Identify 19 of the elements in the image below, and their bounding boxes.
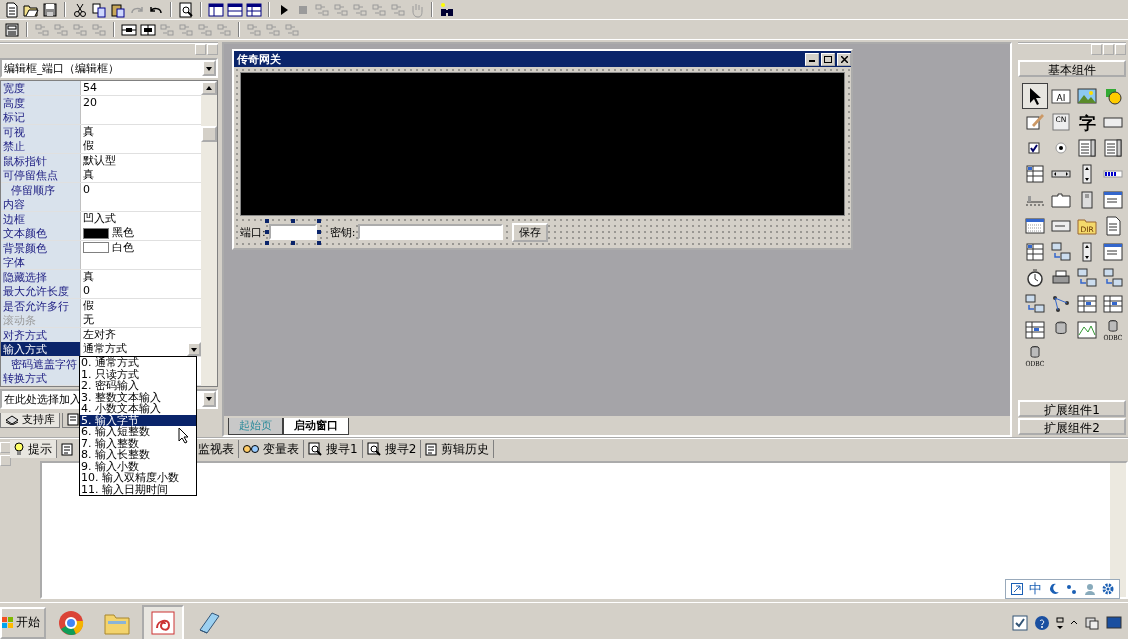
property-value: 通常方式	[83, 342, 127, 356]
property-value: 白色	[112, 240, 134, 255]
property-value: 真	[83, 269, 94, 284]
property-value: 真	[83, 168, 94, 182]
property-value: 左对齐	[83, 327, 116, 342]
property-value: 20	[83, 95, 97, 110]
property-value: 0	[83, 284, 90, 298]
port-label: 端口:	[240, 224, 266, 240]
property-value: 假	[83, 298, 94, 313]
property-value: 黑色	[112, 226, 134, 240]
window-title: 传奇网关	[237, 51, 282, 67]
property-value: 假	[83, 139, 94, 153]
property-value: 真	[83, 124, 94, 139]
property-value: 0	[83, 182, 90, 197]
property-value: 54	[83, 81, 97, 95]
property-value: 凹入式	[83, 211, 116, 226]
key-label: 密钥:	[329, 224, 356, 240]
property-value: 默认型	[83, 153, 116, 168]
property-value: 无	[83, 313, 94, 327]
